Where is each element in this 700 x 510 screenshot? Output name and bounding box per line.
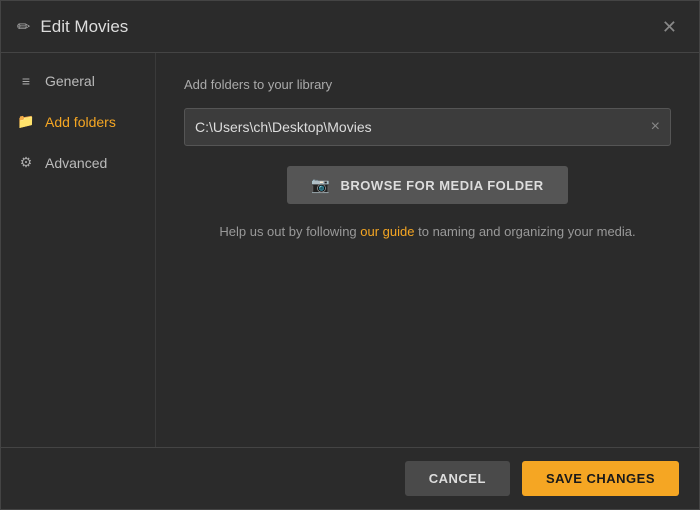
dialog-footer: CANCEL SAVE CHANGES — [1, 447, 699, 509]
folder-input-row: × — [184, 108, 671, 146]
browse-button-label: BROWSE FOR MEDIA FOLDER — [341, 178, 544, 193]
help-text-before: Help us out by following — [219, 224, 360, 239]
titlebar-left: ✏ Edit Movies — [17, 17, 128, 37]
sidebar: ≡ General 📁 Add folders ⚙ Advanced — [1, 53, 156, 447]
folder-icon: 📁 — [17, 113, 35, 130]
dialog-body: ≡ General 📁 Add folders ⚙ Advanced Add f… — [1, 53, 699, 447]
sidebar-addfolders-label: Add folders — [45, 114, 116, 130]
close-button[interactable]: ✕ — [656, 16, 683, 38]
edit-movies-dialog: ✏ Edit Movies ✕ ≡ General 📁 Add folders … — [0, 0, 700, 510]
browse-media-folder-button[interactable]: 📷 BROWSE FOR MEDIA FOLDER — [287, 166, 567, 204]
folder-path-input[interactable] — [195, 119, 651, 135]
help-text: Help us out by following our guide to na… — [184, 224, 671, 239]
dialog-title: Edit Movies — [40, 17, 128, 37]
our-guide-link[interactable]: our guide — [360, 224, 414, 239]
sidebar-general-label: General — [45, 73, 95, 89]
cancel-button[interactable]: CANCEL — [405, 461, 510, 496]
save-changes-button[interactable]: SAVE CHANGES — [522, 461, 679, 496]
sidebar-advanced-label: Advanced — [45, 155, 107, 171]
camera-icon: 📷 — [311, 176, 330, 194]
sidebar-item-advanced[interactable]: ⚙ Advanced — [1, 142, 155, 183]
help-text-after: to naming and organizing your media. — [415, 224, 636, 239]
section-label: Add folders to your library — [184, 77, 671, 92]
main-content: Add folders to your library × 📷 BROWSE F… — [156, 53, 699, 447]
titlebar: ✏ Edit Movies ✕ — [1, 1, 699, 53]
menu-icon: ≡ — [17, 73, 35, 89]
sidebar-item-add-folders[interactable]: 📁 Add folders — [1, 101, 155, 142]
clear-folder-button[interactable]: × — [651, 119, 660, 135]
edit-icon: ✏ — [17, 17, 30, 37]
gear-icon: ⚙ — [17, 154, 35, 171]
sidebar-item-general[interactable]: ≡ General — [1, 61, 155, 101]
